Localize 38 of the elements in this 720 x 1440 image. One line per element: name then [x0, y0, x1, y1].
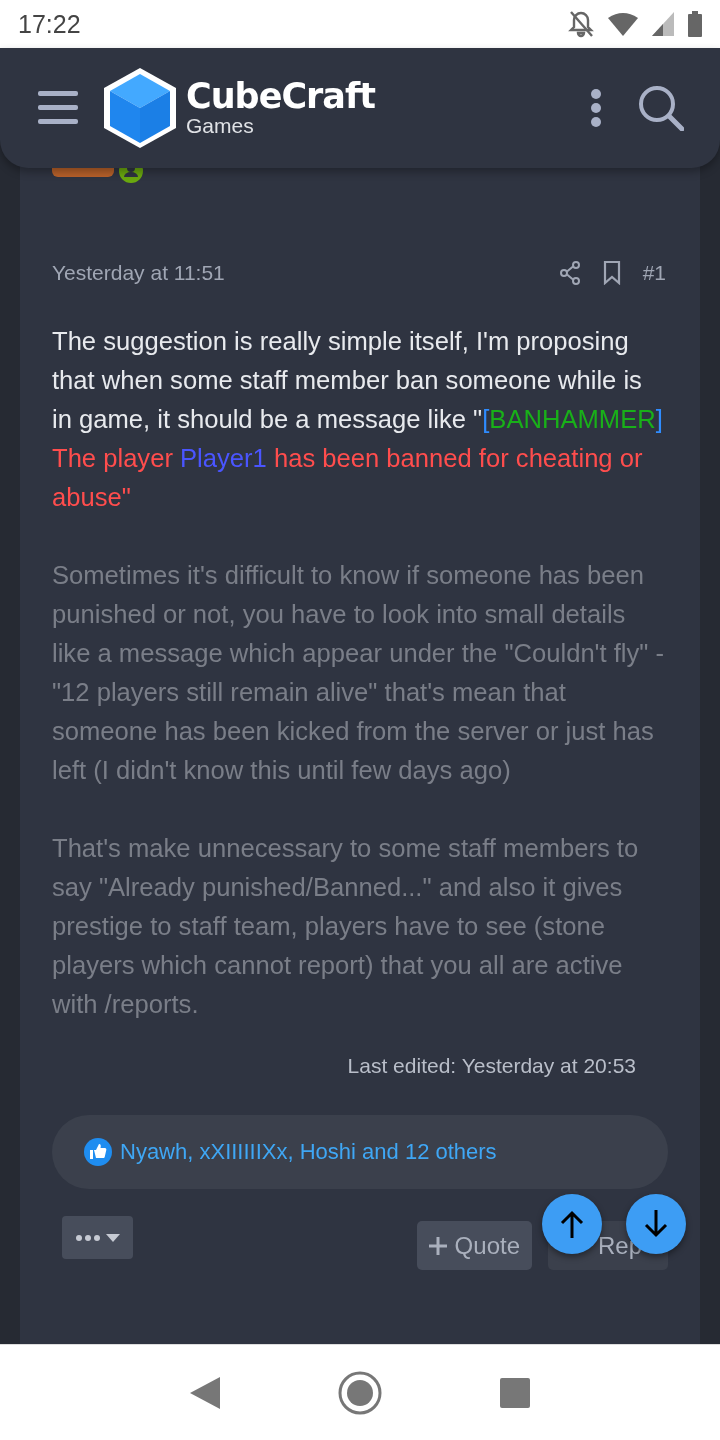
- more-actions-button[interactable]: [62, 1216, 133, 1259]
- arrow-down-icon: [644, 1210, 668, 1238]
- wifi-icon: [608, 12, 638, 36]
- menu-button[interactable]: [38, 91, 78, 125]
- post-number-link[interactable]: #1: [642, 261, 666, 285]
- arrow-up-icon: [560, 1210, 584, 1238]
- clock: 17:22: [18, 9, 82, 39]
- like-icon: [84, 1138, 112, 1166]
- home-icon: [338, 1370, 382, 1415]
- recents-button[interactable]: [500, 1377, 530, 1408]
- post-paragraph: Sometimes it's difficult to know if someone has been punished or not, you have to look into small details like a message which appear under the "Couldn't fly" - "12 players still remain alive" that's mean that someone has been kicked from the server or just has left (I didn't know this until few days ago): [52, 560, 666, 786]
- cube-logo-icon: [102, 66, 178, 150]
- battery-icon: [688, 11, 702, 37]
- reactions-link[interactable]: Nyawh, xXIIIIIIXx, Hoshi and 12 others: [120, 1139, 497, 1165]
- signal-icon: [652, 12, 674, 36]
- last-edited-note: Last edited: Yesterday at 20:53: [346, 1054, 636, 1078]
- quote-button[interactable]: Quote: [416, 1221, 532, 1270]
- ellipsis-icon: [75, 1234, 100, 1241]
- scroll-up-button[interactable]: [542, 1194, 602, 1254]
- share-icon[interactable]: [558, 261, 581, 285]
- search-button[interactable]: [638, 85, 684, 131]
- post-paragraph: The suggestion is really simple itself, I'm proposing that when some staff member ban someone while is in game, it should be a message like "[BANHAMMER] The player Player1 has been banned for cheating or abuse": [52, 326, 664, 513]
- more-options-button[interactable]: [590, 89, 602, 127]
- post-paragraph: That's make unnecessary to some staff members to say "Already punished/Banned..." and also it gives prestige to staff team, players have to see (stone players which cannot report) that you all are active with /reports.: [52, 833, 640, 1020]
- kebab-icon: [590, 89, 602, 127]
- brand-name: CubeCraft: [186, 78, 377, 114]
- post-date: Yesterday at 11:51: [52, 261, 226, 285]
- menu-icon: [38, 91, 78, 125]
- plus-icon: [428, 1236, 447, 1255]
- search-icon: [638, 85, 684, 131]
- home-button[interactable]: [338, 1370, 382, 1415]
- bookmark-icon[interactable]: [602, 261, 621, 285]
- back-button[interactable]: [190, 1376, 220, 1409]
- caret-icon: [105, 1233, 120, 1242]
- muted-bell-icon: [568, 10, 594, 38]
- back-icon: [190, 1376, 220, 1409]
- recents-icon: [500, 1377, 530, 1408]
- brand-tagline: Games: [186, 114, 255, 138]
